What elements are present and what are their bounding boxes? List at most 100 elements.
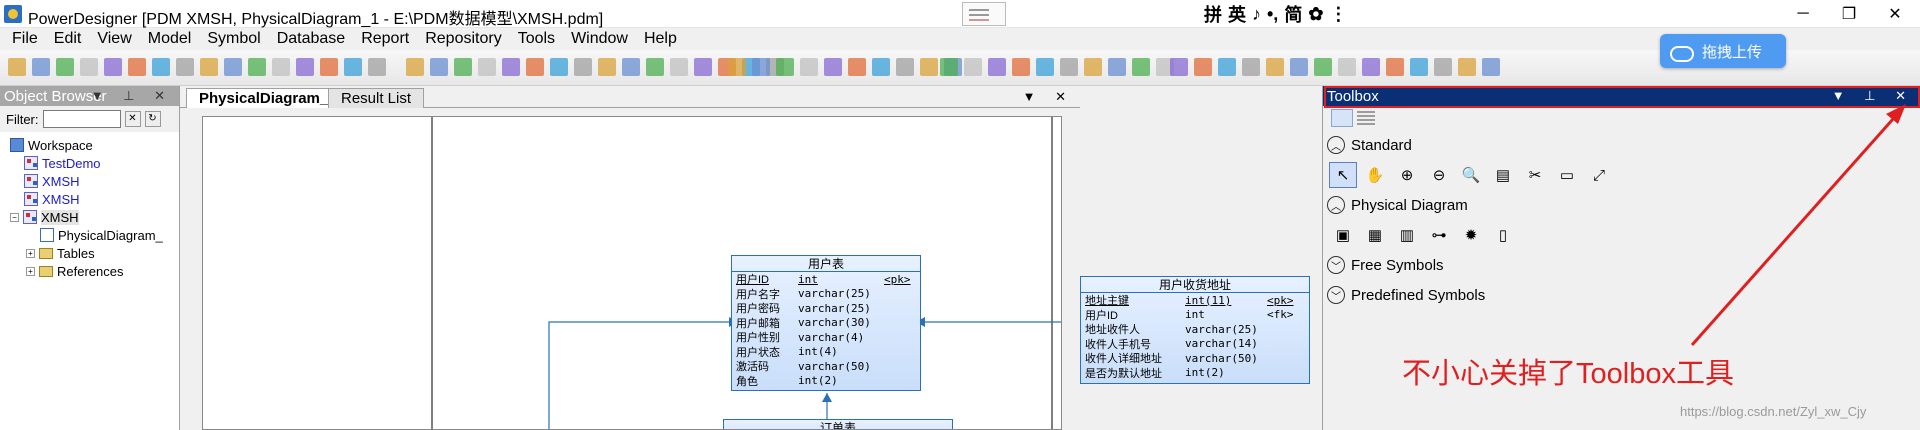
- toolbar-button-icon[interactable]: [272, 58, 290, 76]
- toolbar-button-icon[interactable]: [128, 58, 146, 76]
- minimize-button[interactable]: ─: [1780, 0, 1826, 28]
- toolbar-button-icon[interactable]: [752, 58, 770, 76]
- menu-symbol[interactable]: Symbol: [199, 30, 268, 48]
- toolbar-button-icon[interactable]: [430, 58, 448, 76]
- toolbar-button-icon[interactable]: [526, 58, 544, 76]
- toolbar-button-icon[interactable]: [176, 58, 194, 76]
- close-button[interactable]: ✕: [1872, 0, 1918, 28]
- toolbar-button-icon[interactable]: [896, 58, 914, 76]
- entity-order-table[interactable]: 订单表: [723, 419, 953, 429]
- zoom-in-icon[interactable]: ⊕: [1393, 162, 1421, 188]
- toolbar-button-icon[interactable]: [920, 58, 938, 76]
- toolbar-button-icon[interactable]: [1410, 58, 1428, 76]
- view-icon[interactable]: ▥: [1393, 222, 1421, 248]
- toolbar-button-icon[interactable]: [1482, 58, 1500, 76]
- toolbar-button-icon[interactable]: [872, 58, 890, 76]
- menu-model[interactable]: Model: [140, 30, 200, 48]
- toolbar-button-icon[interactable]: [454, 58, 472, 76]
- toolbar-button-icon[interactable]: [670, 58, 688, 76]
- section-free-symbols[interactable]: ﹀ Free Symbols: [1323, 250, 1920, 280]
- toolbar-button-icon[interactable]: [1012, 58, 1030, 76]
- menu-repository[interactable]: Repository: [417, 30, 509, 48]
- large-icons-view-icon[interactable]: [1331, 109, 1353, 127]
- panel-controls[interactable]: ▼ ⊥ ✕: [91, 88, 173, 104]
- toolbar-button-icon[interactable]: [320, 58, 338, 76]
- toolbar-button-icon[interactable]: [1458, 58, 1476, 76]
- toolbar-button-icon[interactable]: [1132, 58, 1150, 76]
- toolbar-button-icon[interactable]: [1362, 58, 1380, 76]
- toolbar-button-icon[interactable]: [296, 58, 314, 76]
- toolbar-button-icon[interactable]: [478, 58, 496, 76]
- toolbar-button-icon[interactable]: [224, 58, 242, 76]
- toolbar-button-icon[interactable]: [1060, 58, 1078, 76]
- maximize-button[interactable]: ❐: [1826, 0, 1872, 28]
- toolbar-button-icon[interactable]: [574, 58, 592, 76]
- tree-item-tables[interactable]: + Tables: [10, 244, 179, 262]
- toolbar-button-icon[interactable]: [988, 58, 1006, 76]
- tree-item-references[interactable]: + References: [10, 262, 179, 280]
- properties-icon[interactable]: ▤: [1489, 162, 1517, 188]
- toolbar-button-icon[interactable]: [550, 58, 568, 76]
- ime-punct-icon[interactable]: •,: [1267, 4, 1278, 25]
- toolbar-button-icon[interactable]: [1194, 58, 1212, 76]
- ime-settings-icon[interactable]: ✿: [1308, 4, 1323, 25]
- menu-database[interactable]: Database: [269, 30, 354, 48]
- toolbar-button-icon[interactable]: [800, 58, 818, 76]
- entity-address[interactable]: 用户收货地址 地址主键 int(11) <pk> 用户ID int <fk> 地址收件人…: [1080, 276, 1310, 384]
- upload-button[interactable]: 拖拽上传: [1660, 34, 1786, 68]
- toolbar-button-icon[interactable]: [502, 58, 520, 76]
- list-view-icon[interactable]: [1357, 111, 1375, 125]
- link-icon[interactable]: ⤢: [1585, 162, 1613, 188]
- note-icon[interactable]: ▭: [1553, 162, 1581, 188]
- section-standard[interactable]: ︿ Standard: [1323, 130, 1920, 160]
- tree-item-xmsh-3[interactable]: − XMSH: [10, 208, 179, 226]
- toolbar-button-icon[interactable]: [248, 58, 266, 76]
- tree-item-testdemo[interactable]: TestDemo: [10, 154, 179, 172]
- toolbar-button-icon[interactable]: [1434, 58, 1452, 76]
- filter-input[interactable]: [42, 110, 121, 128]
- collapse-toggle-icon[interactable]: −: [10, 212, 19, 222]
- entity-user-table[interactable]: 用户表 用户ID int <pk> 用户名字 varchar(25) 用户密码 varc…: [731, 255, 921, 391]
- ime-pinyin-icon[interactable]: 拼: [1204, 1, 1222, 27]
- reference-icon[interactable]: ⊶: [1425, 222, 1453, 248]
- toolbar-button-icon[interactable]: [1314, 58, 1332, 76]
- tree-item-xmsh-1[interactable]: XMSH: [10, 172, 179, 190]
- ime-note-icon[interactable]: ♪: [1252, 4, 1261, 25]
- tab-result-list[interactable]: Result List: [328, 88, 425, 108]
- ime-english-icon[interactable]: 英: [1228, 1, 1246, 27]
- pointer-icon[interactable]: ↖: [1329, 162, 1357, 188]
- section-predefined-symbols[interactable]: ﹀ Predefined Symbols: [1323, 280, 1920, 310]
- menu-edit[interactable]: Edit: [46, 30, 90, 48]
- toolbar-button-icon[interactable]: [694, 58, 712, 76]
- zoom-out-icon[interactable]: ⊖: [1425, 162, 1453, 188]
- open-package-icon[interactable]: 🔍: [1457, 162, 1485, 188]
- toolbar-button-icon[interactable]: [1266, 58, 1284, 76]
- toolbar-button-icon[interactable]: [1218, 58, 1236, 76]
- toolbar-button-icon[interactable]: [1338, 58, 1356, 76]
- toolbar-button-icon[interactable]: [368, 58, 386, 76]
- section-physical-diagram[interactable]: ︿ Physical Diagram: [1323, 190, 1920, 220]
- tree-item-xmsh-2[interactable]: XMSH: [10, 190, 179, 208]
- menu-report[interactable]: Report: [353, 30, 417, 48]
- toolbar-button-icon[interactable]: [8, 58, 26, 76]
- toolbar-button-icon[interactable]: [848, 58, 866, 76]
- procedure-icon[interactable]: ✹: [1457, 222, 1485, 248]
- toolbar-button-icon[interactable]: [598, 58, 616, 76]
- file-icon[interactable]: ▯: [1489, 222, 1517, 248]
- ime-more-icon[interactable]: ⋮: [1329, 4, 1347, 25]
- toolbar-button-icon[interactable]: [1242, 58, 1260, 76]
- toolbar-button-icon[interactable]: [1170, 58, 1188, 76]
- ime-toolbar[interactable]: 拼 英 ♪ •, 简 ✿ ⋮: [1204, 1, 1347, 27]
- toolbar-button-icon[interactable]: [1108, 58, 1126, 76]
- toolbar-button-icon[interactable]: [406, 58, 424, 76]
- toolbar-button-icon[interactable]: [200, 58, 218, 76]
- toolbar-button-icon[interactable]: [32, 58, 50, 76]
- tree-item-physical-diagram[interactable]: PhysicalDiagram_: [10, 226, 179, 244]
- menu-view[interactable]: View: [89, 30, 139, 48]
- menu-tools[interactable]: Tools: [510, 30, 563, 48]
- package-icon[interactable]: ▣: [1329, 222, 1357, 248]
- toolbar-button-icon[interactable]: [1084, 58, 1102, 76]
- cut-icon[interactable]: ✂: [1521, 162, 1549, 188]
- toolbar-button-icon[interactable]: [1290, 58, 1308, 76]
- toolbar-button-icon[interactable]: [940, 58, 958, 76]
